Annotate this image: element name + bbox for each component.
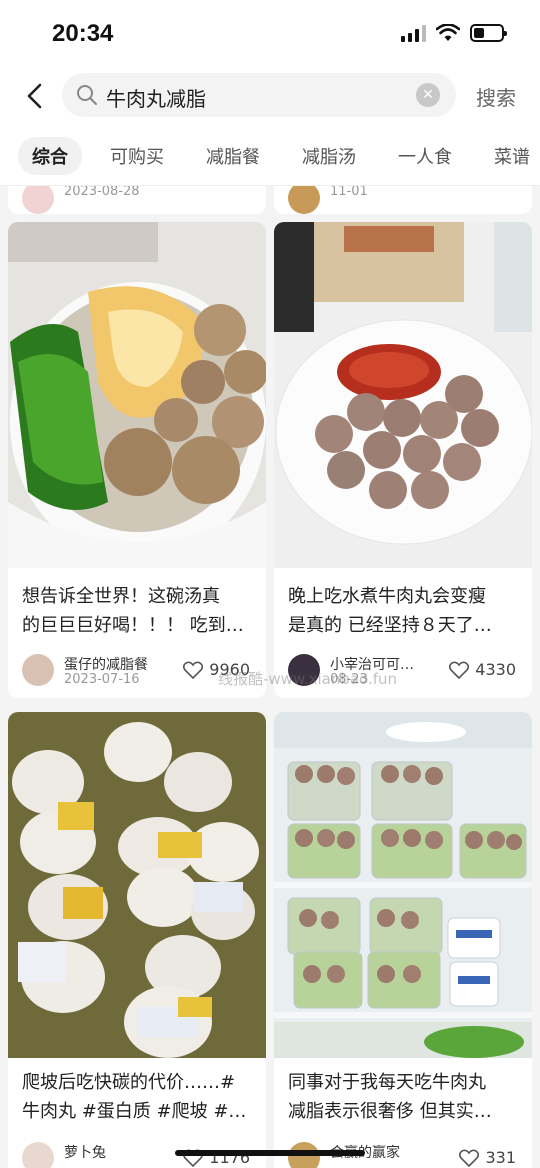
partial-card-right[interactable]: 11-01 bbox=[274, 186, 532, 214]
home-indicator bbox=[175, 1150, 365, 1156]
back-arrow-icon[interactable] bbox=[18, 78, 54, 114]
clear-search-icon[interactable]: ✕ bbox=[416, 83, 440, 107]
heart-icon bbox=[459, 1149, 480, 1167]
like-button[interactable]: 331 bbox=[459, 1148, 516, 1167]
heart-icon bbox=[183, 661, 204, 679]
author-name[interactable]: 萝卜兔 bbox=[64, 1142, 106, 1162]
fridge-meal-prep-photo bbox=[274, 712, 532, 1058]
watermark: 线报酷-www.xianbao.fun bbox=[218, 670, 398, 688]
tab-solo-meal[interactable]: 一人食 bbox=[384, 137, 466, 175]
note-title: 晚上吃水煮牛肉丸会变瘦 是真的 已经坚持８天了… bbox=[288, 586, 492, 636]
note-card[interactable]: 想告诉全世界！这碗汤真 的巨巨巨好喝！！！ 吃到… 蛋仔的减脂餐 2023-07… bbox=[8, 222, 266, 698]
status-bar: 20:34 bbox=[0, 0, 540, 68]
note-title: 同事对于我每天吃牛肉丸 减脂表示很奢侈 但其实… bbox=[288, 1072, 492, 1122]
author-date: 2023-07-16 bbox=[64, 672, 140, 687]
tab-diet-soup[interactable]: 减脂汤 bbox=[288, 137, 370, 175]
status-time: 20:34 bbox=[52, 20, 114, 47]
soup-photo bbox=[8, 222, 266, 568]
author-date: 2023-08-28 bbox=[64, 186, 140, 199]
steamed-buns-photo bbox=[8, 712, 266, 1058]
search-icon bbox=[77, 85, 97, 105]
battery-icon bbox=[470, 24, 507, 42]
status-icons bbox=[401, 24, 507, 42]
avatar[interactable] bbox=[22, 654, 54, 686]
results-feed: 2023-08-28 11-01 想告诉全世界！这碗汤真 的巨巨巨好喝！！！ 吃… bbox=[0, 186, 540, 1168]
meatballs-plate-photo bbox=[274, 222, 532, 568]
avatar bbox=[288, 186, 320, 214]
search-button[interactable]: 搜索 bbox=[476, 82, 516, 111]
search-header: 牛肉丸减脂 ✕ 搜索 bbox=[0, 68, 540, 126]
author-date: 11-01 bbox=[330, 186, 368, 199]
cellular-signal-icon bbox=[401, 24, 426, 42]
filter-tabs: 综合 可购买 减脂餐 减脂汤 一人食 菜谱 bbox=[0, 126, 540, 186]
search-query: 牛肉丸减脂 bbox=[106, 87, 206, 111]
avatar[interactable] bbox=[22, 1142, 54, 1168]
note-title: 爬坡后吃快碳的代价……# 牛肉丸 #蛋白质 #爬坡 #… bbox=[22, 1072, 247, 1122]
note-card[interactable]: 爬坡后吃快碳的代价……# 牛肉丸 #蛋白质 #爬坡 #… 萝卜兔 1176 bbox=[8, 712, 266, 1168]
tab-purchasable[interactable]: 可购买 bbox=[96, 137, 178, 175]
search-input[interactable]: 牛肉丸减脂 ✕ bbox=[62, 73, 456, 117]
tab-comprehensive[interactable]: 综合 bbox=[18, 136, 82, 175]
wifi-icon bbox=[436, 24, 460, 41]
partial-card-left[interactable]: 2023-08-28 bbox=[8, 186, 266, 214]
note-title: 想告诉全世界！这碗汤真 的巨巨巨好喝！！！ 吃到… bbox=[22, 586, 244, 636]
heart-icon bbox=[449, 661, 470, 679]
author-name[interactable]: 蛋仔的减脂餐 bbox=[64, 654, 148, 674]
tab-diet-meal[interactable]: 减脂餐 bbox=[192, 137, 274, 175]
like-count: 4330 bbox=[475, 660, 516, 679]
like-count: 331 bbox=[485, 1148, 516, 1167]
tab-recipes[interactable]: 菜谱 bbox=[480, 137, 540, 175]
like-button[interactable]: 4330 bbox=[449, 660, 516, 679]
note-card[interactable]: 同事对于我每天吃牛肉丸 减脂表示很奢侈 但其实… 会赢的赢家 331 bbox=[274, 712, 532, 1168]
note-card[interactable]: 晚上吃水煮牛肉丸会变瘦 是真的 已经坚持８天了… 小宰治可可… 08-23 43… bbox=[274, 222, 532, 698]
avatar bbox=[22, 186, 54, 214]
